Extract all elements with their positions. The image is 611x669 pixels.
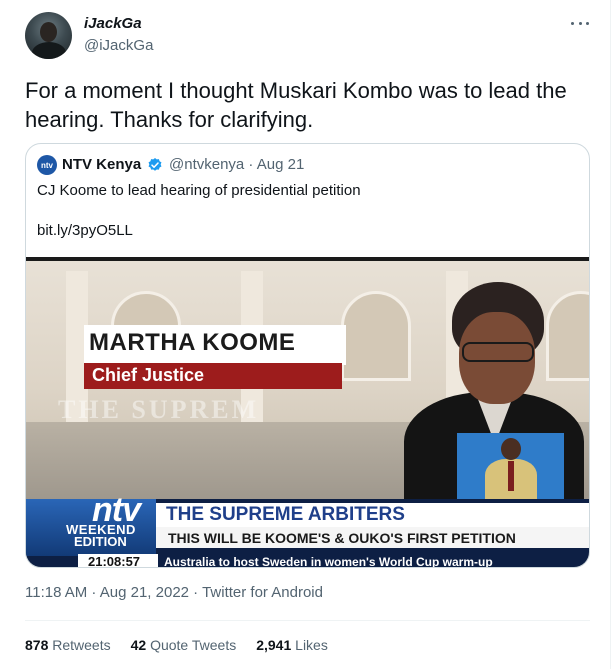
quoted-media-image[interactable]: THE SUPREM MARTHA KOOME Chief Justice nt… — [26, 257, 589, 568]
engagement-stats: 878 Retweets 42 Quote Tweets 2,941 Likes — [25, 637, 328, 653]
quote-tweets-count: 42 — [130, 637, 147, 653]
news-crawl: Australia to host Sweden in women's Worl… — [164, 555, 493, 568]
more-dot — [571, 21, 574, 25]
more-icon[interactable] — [571, 14, 589, 32]
avatar[interactable] — [25, 12, 72, 59]
quoted-text: CJ Koome to lead hearing of presidential… — [37, 182, 361, 199]
news-headline: THE SUPREME ARBITERS — [166, 504, 405, 525]
tweet: iJackGa @iJackGa For a moment I thought … — [0, 0, 611, 669]
quote-tweets-label: Quote Tweets — [150, 637, 237, 653]
quoted-handle-date[interactable]: @ntvkenya · Aug 21 — [169, 156, 304, 173]
quoted-tweet[interactable]: ntv NTV Kenya @ntvkenya · Aug 21 CJ Koom… — [25, 143, 590, 568]
building-window — [341, 291, 411, 381]
retweets-label: Retweets — [52, 637, 111, 653]
likes-label: Likes — [295, 637, 328, 653]
retweets-count: 878 — [25, 637, 49, 653]
retweets-stat[interactable]: 878 Retweets — [25, 637, 111, 653]
lower-third-name: MARTHA KOOME — [89, 329, 296, 356]
media-watermark: THE SUPREM — [58, 395, 260, 424]
sign-language-interpreter — [457, 433, 564, 499]
quoted-avatar[interactable]: ntv — [37, 155, 57, 175]
quoted-link[interactable]: bit.ly/3pyO5LL — [37, 222, 133, 239]
display-name[interactable]: iJackGa — [84, 15, 142, 32]
interpreter-head — [501, 438, 521, 460]
user-handle[interactable]: @iJackGa — [84, 37, 153, 54]
more-dot — [578, 21, 582, 25]
interpreter-tie — [508, 461, 514, 491]
quoted-display-name[interactable]: NTV Kenya — [62, 156, 141, 173]
broadcast-clock: 21:08:57 — [88, 554, 141, 568]
news-subheadline: THIS WILL BE KOOME'S & OUKO'S FIRST PETI… — [168, 530, 516, 546]
avatar-face — [40, 22, 57, 42]
person-glasses — [462, 342, 534, 362]
more-dot — [586, 21, 589, 25]
avatar-shoulders — [32, 42, 66, 59]
tweet-text: For a moment I thought Muskari Kombo was… — [25, 78, 567, 132]
quote-tweets-stat[interactable]: 42 Quote Tweets — [131, 637, 237, 653]
lower-third-title: Chief Justice — [92, 365, 205, 385]
tweet-timestamp[interactable]: 11:18 AM · Aug 21, 2022 · Twitter for An… — [25, 584, 323, 601]
divider — [25, 620, 590, 621]
media-top-border — [26, 257, 589, 261]
verified-icon — [148, 158, 162, 171]
likes-stat[interactable]: 2,941 Likes — [256, 637, 328, 653]
logo-edition: EDITION — [74, 534, 127, 549]
likes-count: 2,941 — [256, 637, 292, 653]
